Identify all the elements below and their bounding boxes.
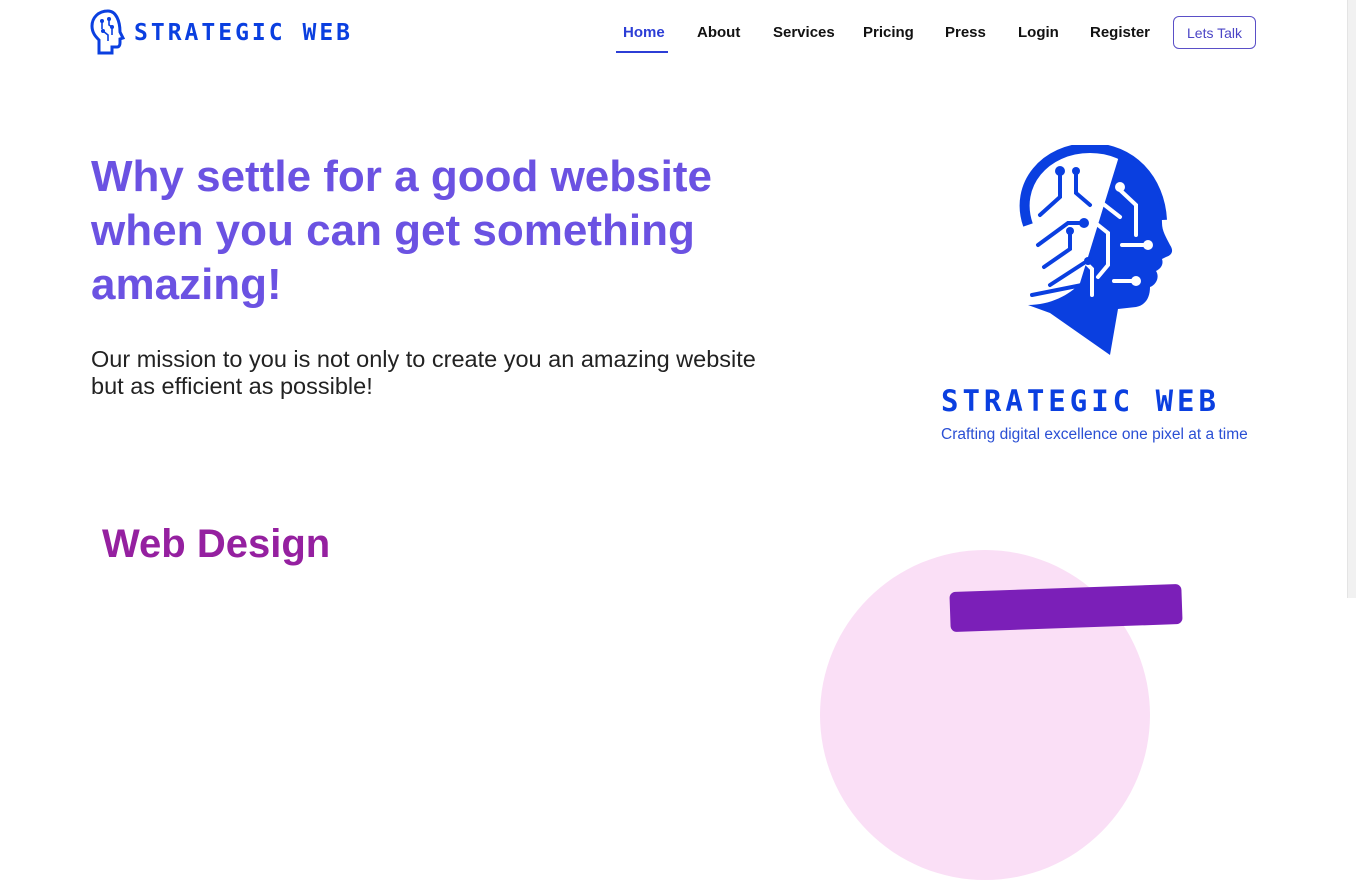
hero-subtitle: Our mission to you is not only to create…: [91, 346, 756, 399]
lets-talk-button[interactable]: Lets Talk: [1173, 16, 1256, 49]
nav-active-indicator: [616, 51, 668, 53]
nav-services[interactable]: Services: [773, 24, 835, 41]
ai-head-logo-icon: [90, 9, 126, 55]
nav-pricing[interactable]: Pricing: [863, 24, 914, 41]
ai-head-brand-icon: [1019, 145, 1173, 355]
nav-register[interactable]: Register: [1090, 24, 1150, 41]
brand-name: STRATEGIC WEB: [941, 384, 1220, 418]
header-logo[interactable]: STRATEGIC WEB: [90, 9, 353, 57]
nav-login[interactable]: Login: [1018, 24, 1059, 41]
nav-about[interactable]: About: [697, 24, 740, 41]
decorative-bar: [949, 583, 1183, 633]
scrollbar-thumb[interactable]: [1349, 0, 1355, 598]
hero-title: Why settle for a good website when you c…: [91, 152, 712, 309]
brand-tagline: Crafting digital excellence one pixel at…: [941, 426, 1248, 443]
site-header: STRATEGIC WEB Home About Services Pricin…: [0, 0, 1348, 66]
page-scrollbar[interactable]: [1347, 0, 1356, 598]
nav-home[interactable]: Home: [623, 24, 665, 41]
logo-text: STRATEGIC WEB: [134, 20, 354, 46]
section-title: Web Design: [102, 522, 331, 566]
nav-press[interactable]: Press: [945, 24, 986, 41]
